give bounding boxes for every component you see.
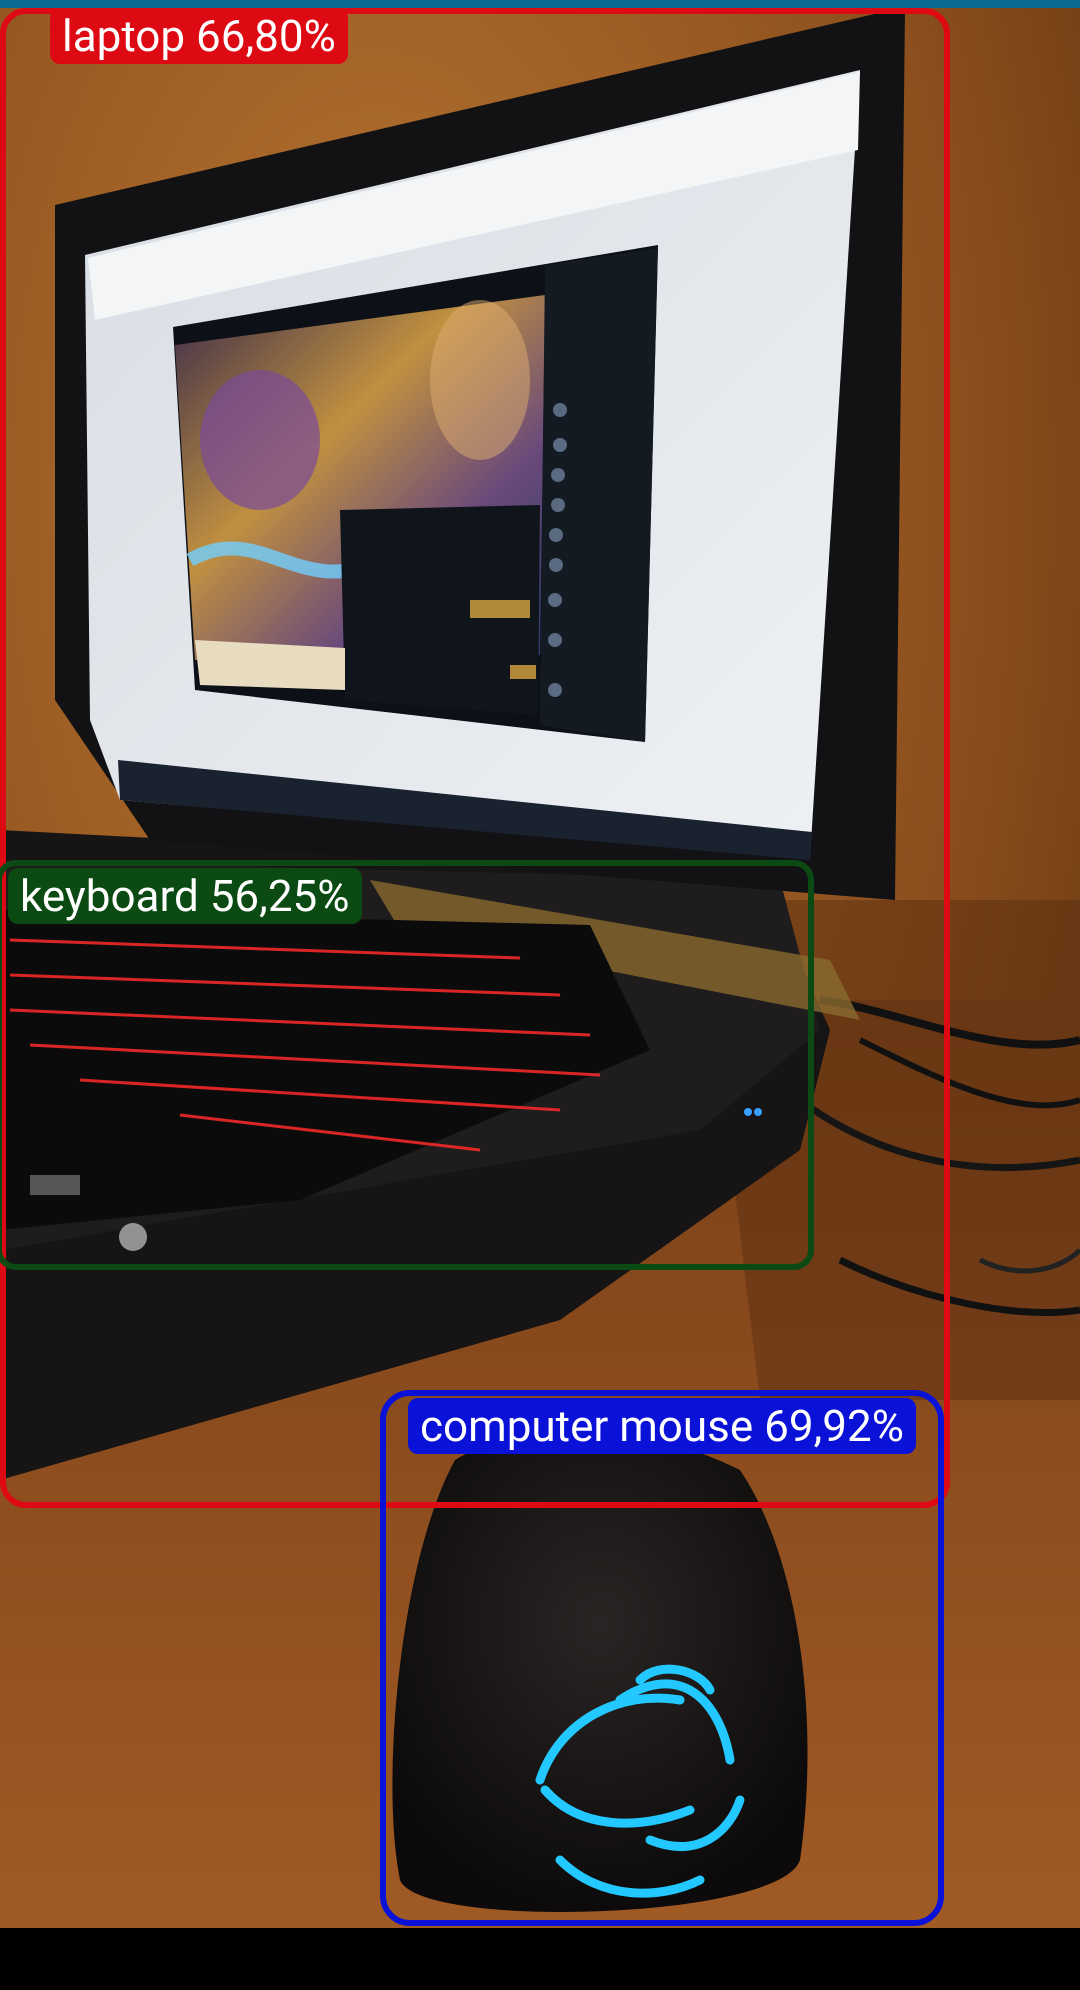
computer-mouse-detection-box: [380, 1390, 944, 1926]
laptop-detection-box: [0, 8, 950, 1508]
computer-mouse-detection-label: computer mouse 69,92%: [408, 1398, 916, 1454]
bottom-black-bar: [0, 1928, 1080, 1990]
laptop-detection-label: laptop 66,80%: [50, 8, 348, 64]
keyboard-detection-label: keyboard 56,25%: [8, 868, 362, 924]
status-bar-strip: [0, 0, 1080, 8]
